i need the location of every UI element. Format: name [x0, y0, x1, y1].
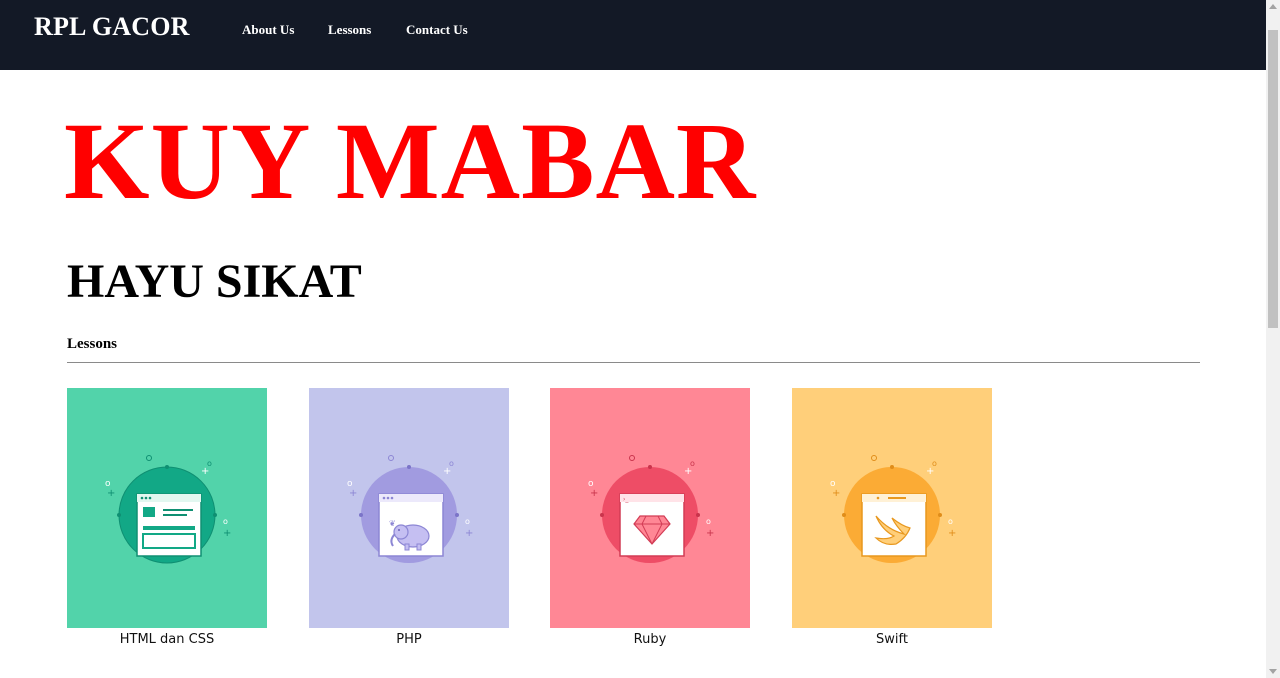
svg-text:+: + — [465, 528, 473, 539]
lesson-card-swift[interactable]: + o + + o o Swift — [792, 388, 992, 648]
lesson-card-label[interactable]: Ruby — [550, 632, 750, 647]
lesson-card-label[interactable]: Swift — [792, 632, 992, 647]
scroll-down-arrow-icon[interactable] — [1269, 669, 1277, 674]
php-elephant-icon[interactable]: ❦ + o + + o o — [309, 388, 509, 628]
lesson-card-label[interactable]: PHP — [309, 632, 509, 647]
hero-subtitle: HAYU SIKAT — [67, 255, 362, 308]
svg-text:o: o — [449, 459, 454, 468]
svg-text:o: o — [932, 459, 937, 468]
svg-text:o: o — [690, 459, 695, 468]
nav-link-lessons[interactable]: Lessons — [328, 22, 371, 38]
svg-text:+: + — [107, 488, 115, 499]
scroll-up-arrow-icon[interactable] — [1269, 4, 1277, 9]
svg-text:+: + — [832, 488, 840, 499]
section-divider — [67, 362, 1200, 363]
svg-text:+: + — [706, 528, 714, 539]
navbar: RPL GACOR About Us Lessons Contact Us — [0, 0, 1266, 70]
lessons-section-title: Lessons — [67, 336, 118, 352]
svg-text:+: + — [349, 488, 357, 499]
swift-bird-icon[interactable]: + o + + o o — [792, 388, 992, 628]
nav-link-contact-us[interactable]: Contact Us — [406, 22, 468, 38]
svg-text:o: o — [948, 517, 953, 526]
lesson-card-ruby[interactable]: ›_ + o + + o o Ruby — [550, 388, 750, 648]
ruby-gem-icon[interactable]: ›_ + o + + o o — [550, 388, 750, 628]
vertical-scrollbar[interactable] — [1266, 0, 1280, 678]
html-css-browser-icon[interactable]: + o + + o o — [67, 388, 267, 628]
svg-text:o: o — [465, 517, 470, 526]
svg-text:+: + — [948, 528, 956, 539]
svg-text:+: + — [590, 488, 598, 499]
lesson-card-php[interactable]: ❦ + o + + o o PHP — [309, 388, 509, 648]
svg-text:❦: ❦ — [389, 519, 396, 528]
hero-title: KUY MABAR — [64, 100, 757, 222]
svg-text:o: o — [706, 517, 711, 526]
svg-text:o: o — [207, 459, 212, 468]
svg-text:+: + — [223, 528, 231, 539]
nav-link-about-us[interactable]: About Us — [242, 22, 294, 38]
lesson-card-html-css[interactable]: + o + + o o HTML dan CSS — [67, 388, 267, 648]
brand-logo[interactable]: RPL GACOR — [34, 12, 190, 42]
svg-text:o: o — [223, 517, 228, 526]
scrollbar-thumb[interactable] — [1268, 30, 1278, 328]
lesson-card-label[interactable]: HTML dan CSS — [67, 632, 267, 647]
